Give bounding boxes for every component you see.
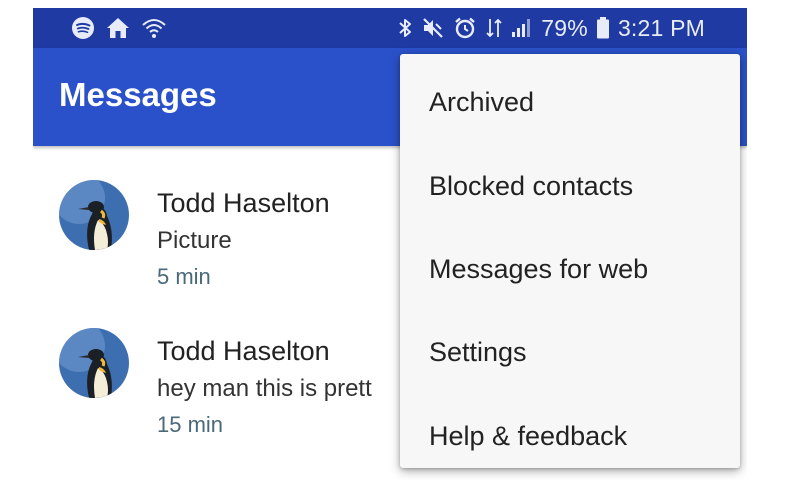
menu-item-help-feedback[interactable]: Help & feedback <box>400 396 740 476</box>
menu-item-settings[interactable]: Settings <box>400 312 740 392</box>
avatar[interactable] <box>59 180 129 250</box>
menu-item-messages-for-web[interactable]: Messages for web <box>400 229 740 309</box>
contact-name: Todd Haselton <box>157 188 330 218</box>
menu-item-archived[interactable]: Archived <box>400 62 740 142</box>
battery-icon <box>596 16 610 40</box>
message-snippet: hey man this is prett <box>157 375 372 402</box>
page-title: Messages <box>59 76 217 113</box>
avatar[interactable] <box>59 328 129 398</box>
status-bar-right: 79% 3:21 PM <box>397 12 705 44</box>
signal-icon <box>511 16 533 40</box>
message-time: 5 min <box>157 264 211 289</box>
wifi-icon <box>141 16 167 40</box>
spotify-icon <box>71 16 95 40</box>
overflow-menu: Archived Blocked contacts Messages for w… <box>400 54 740 468</box>
message-snippet: Picture <box>157 227 232 254</box>
alarm-icon <box>453 16 477 40</box>
status-bar-left <box>71 14 167 42</box>
message-time: 15 min <box>157 412 224 437</box>
battery-percent: 79% <box>541 14 588 41</box>
penguin-avatar <box>59 180 129 250</box>
home-icon <box>105 16 131 40</box>
bluetooth-icon <box>397 16 413 40</box>
status-time: 3:21 PM <box>617 14 705 41</box>
mute-icon <box>421 16 445 40</box>
phone-screen: 79% 3:21 PM Messages Todd Haselton Pictu… <box>33 8 747 494</box>
menu-item-blocked-contacts[interactable]: Blocked contacts <box>400 146 740 226</box>
status-bar: 79% 3:21 PM <box>33 8 747 48</box>
data-icon <box>485 16 503 40</box>
contact-name: Todd Haselton <box>157 336 330 366</box>
penguin-avatar <box>59 328 129 398</box>
